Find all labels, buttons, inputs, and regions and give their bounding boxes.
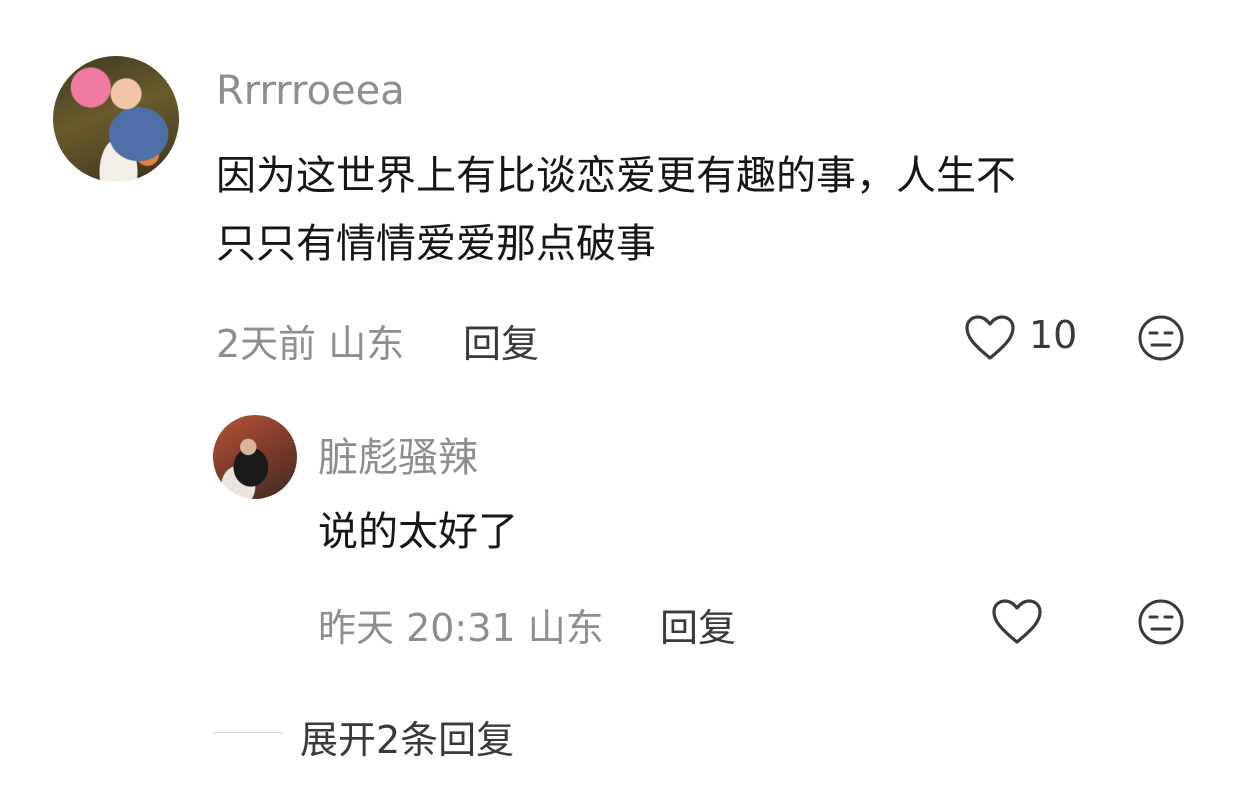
reply-meta: 昨天 20:31 山东 <box>318 597 604 652</box>
commenter-avatar[interactable] <box>53 56 179 182</box>
replier-username[interactable]: 脏彪骚辣 <box>318 425 478 483</box>
expand-divider-line <box>213 732 283 733</box>
replier-avatar[interactable] <box>213 415 297 499</box>
comment-text-line-2: 只只有情情爱爱那点破事 <box>216 221 656 267</box>
comment-meta: 2天前 山东 <box>216 313 404 368</box>
comment-text: 因为这世界上有比谈恋爱更有趣的事，人生不 只只有情情爱爱那点破事 <box>216 142 1216 278</box>
comment-like-heart-icon[interactable] <box>964 314 1016 362</box>
comment-location: 山东 <box>328 322 405 366</box>
reply-time: 昨天 20:31 <box>318 606 516 650</box>
reply-location: 山东 <box>527 606 604 650</box>
reply-like-heart-icon[interactable] <box>991 598 1043 646</box>
reply-dislike-meh-face-icon[interactable] <box>1137 598 1185 646</box>
reply-text: 说的太好了 <box>318 509 518 555</box>
comment-reply-button[interactable]: 回复 <box>463 313 539 368</box>
expand-replies-button[interactable]: 展开2条回复 <box>300 709 514 764</box>
comment-text-line-1: 因为这世界上有比谈恋爱更有趣的事，人生不 <box>216 153 1016 199</box>
commenter-username[interactable]: Rrrrroeea <box>216 68 405 114</box>
comment-time: 2天前 <box>216 322 317 366</box>
comment-like-count: 10 <box>1029 313 1078 357</box>
reply-reply-button[interactable]: 回复 <box>660 597 736 652</box>
comment-dislike-meh-face-icon[interactable] <box>1137 314 1185 362</box>
